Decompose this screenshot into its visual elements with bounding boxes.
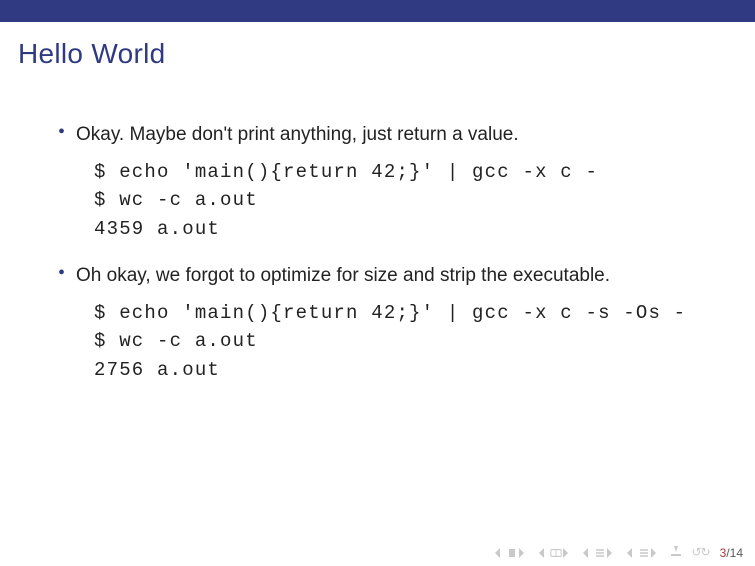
nav-controls[interactable] xyxy=(494,546,682,559)
slide-footer: ↺↻ 3/14 xyxy=(494,545,744,560)
bullet-item: Okay. Maybe don't print anything, just r… xyxy=(58,122,718,243)
code-block: $ echo 'main(){return 42;}' | gcc -x c -… xyxy=(94,158,718,244)
nav-end-icon[interactable] xyxy=(670,546,682,559)
nav-next-subsection-icon[interactable] xyxy=(626,548,662,558)
header-bar xyxy=(0,0,755,22)
page-number: 3/14 xyxy=(720,546,743,560)
page-total: 14 xyxy=(730,546,743,560)
slide-content: Okay. Maybe don't print anything, just r… xyxy=(0,70,718,384)
nav-prev-section-icon[interactable] xyxy=(538,548,574,558)
slide-title: Hello World xyxy=(0,22,755,70)
code-block: $ echo 'main(){return 42;}' | gcc -x c -… xyxy=(94,299,718,385)
bullet-text: Oh okay, we forgot to optimize for size … xyxy=(76,263,718,289)
bullet-list: Okay. Maybe don't print anything, just r… xyxy=(58,122,718,384)
bullet-item: Oh okay, we forgot to optimize for size … xyxy=(58,263,718,384)
bullet-text: Okay. Maybe don't print anything, just r… xyxy=(76,122,718,148)
nav-prev-subsection-icon[interactable] xyxy=(582,548,618,558)
nav-prev-slide-icon[interactable] xyxy=(494,548,530,558)
refresh-icon[interactable]: ↺↻ xyxy=(692,545,710,560)
